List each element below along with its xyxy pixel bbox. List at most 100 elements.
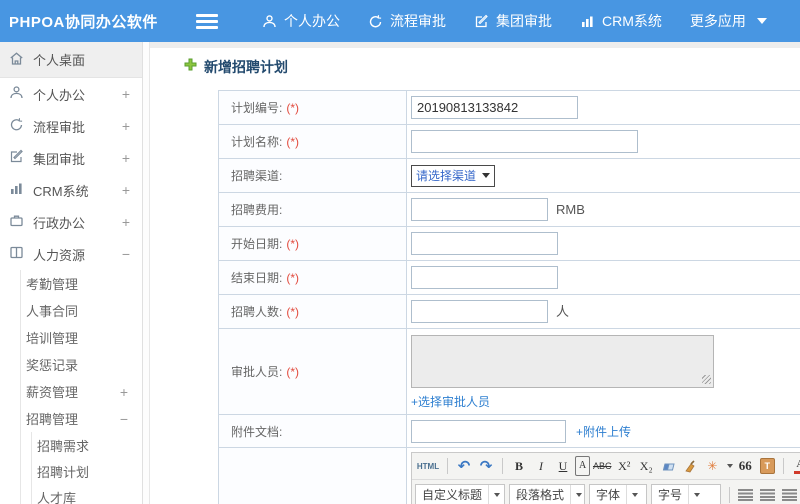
- table-row: 结束日期: (*): [218, 260, 800, 295]
- custom-title-select[interactable]: 自定义标题: [415, 484, 505, 504]
- sidebar-item-group-approval[interactable]: 集团审批 +: [0, 142, 142, 174]
- editor-toolbar-row2: 自定义标题 段落格式 字体 字号: [412, 480, 800, 504]
- align-center-button[interactable]: [760, 488, 775, 501]
- user-icon: [262, 14, 277, 29]
- choose-approver-link[interactable]: +选择审批人员: [411, 393, 490, 410]
- caret-down-icon[interactable]: [727, 464, 734, 468]
- font-size-select[interactable]: 字号: [651, 484, 721, 504]
- approver-textarea[interactable]: [411, 335, 714, 388]
- align-left-button[interactable]: [738, 488, 753, 501]
- char-border-button[interactable]: A: [575, 456, 591, 476]
- table-row: 计划名称: (*): [218, 124, 800, 159]
- book-icon: [9, 245, 24, 263]
- table-row: 计划编号: (*): [218, 90, 800, 125]
- field-label-attachment: 附件文档:: [231, 424, 283, 439]
- field-label-plan-number: 计划编号:: [231, 101, 283, 115]
- undo-button[interactable]: ↶: [454, 456, 474, 476]
- subscript-button[interactable]: X₂: [636, 456, 656, 476]
- table-row: 附件文档: +附件上传: [218, 414, 800, 448]
- field-label-start-date: 开始日期:: [231, 237, 283, 251]
- expand-plus-icon[interactable]: +: [122, 214, 130, 230]
- attachment-upload-link[interactable]: +附件上传: [576, 425, 631, 439]
- underline-button[interactable]: U: [553, 456, 573, 476]
- table-row: 开始日期: (*): [218, 226, 800, 261]
- strikethrough-button[interactable]: ABC: [592, 456, 612, 476]
- table-row: 招聘渠道: 请选择渠道: [218, 158, 800, 193]
- workflow-icon: [9, 117, 24, 135]
- html-source-button[interactable]: HTML: [415, 456, 441, 476]
- edit-square-icon: [474, 14, 489, 29]
- paste-text-button[interactable]: T: [757, 456, 777, 476]
- align-right-button[interactable]: [782, 488, 797, 501]
- sidebar-item-personal-desktop[interactable]: 个人桌面: [0, 42, 142, 78]
- sidebar-item-training-management[interactable]: 培训管理: [21, 324, 142, 351]
- app-brand: PHPOA协同办公软件: [9, 13, 158, 31]
- sidebar-item-recruitment-demand[interactable]: 招聘需求: [32, 432, 142, 458]
- eraser-button[interactable]: [658, 456, 678, 476]
- expand-plus-icon[interactable]: +: [122, 86, 130, 102]
- start-date-input[interactable]: [411, 232, 558, 255]
- redo-button[interactable]: ↷: [476, 456, 496, 476]
- attachment-input[interactable]: [411, 419, 566, 443]
- sidebar-item-admin-office[interactable]: 行政办公 +: [0, 206, 142, 238]
- caret-down-icon: [482, 173, 491, 178]
- expand-plus-icon[interactable]: +: [120, 384, 128, 400]
- end-date-input[interactable]: [411, 266, 558, 289]
- autoformat-button[interactable]: ✳: [702, 456, 722, 476]
- user-icon: [9, 85, 24, 103]
- format-brush-button[interactable]: [680, 456, 700, 476]
- nav-item-workflow-approval[interactable]: 流程审批: [368, 11, 446, 31]
- fee-input[interactable]: [411, 198, 548, 221]
- collapse-minus-icon[interactable]: −: [120, 411, 128, 427]
- blockquote-button[interactable]: 66: [735, 456, 755, 476]
- required-marker: (*): [286, 305, 300, 319]
- sidebar-item-salary-management[interactable]: 薪资管理 +: [21, 378, 142, 405]
- edit-square-icon: [9, 149, 24, 167]
- superscript-button[interactable]: X²: [614, 456, 634, 476]
- channel-select[interactable]: 请选择渠道: [411, 164, 496, 187]
- headcount-input[interactable]: [411, 300, 548, 323]
- sidebar-item-reward-punishment[interactable]: 奖惩记录: [21, 351, 142, 378]
- required-marker: (*): [286, 365, 300, 379]
- sidebar-item-workflow-approval[interactable]: 流程审批 +: [0, 110, 142, 142]
- collapse-minus-icon[interactable]: −: [122, 246, 130, 262]
- sidebar-item-recruitment-management[interactable]: 招聘管理 −: [21, 405, 142, 432]
- table-row: HTML ↶ ↷ B I U A ABC X² X₂ ✳ 66 T 自定义标题 …: [218, 447, 800, 504]
- caret-down-icon: [632, 492, 639, 497]
- nav-item-crm-system[interactable]: CRM系统: [580, 11, 662, 31]
- field-label-recruit-fee: 招聘费用:: [231, 203, 283, 217]
- resize-handle-icon[interactable]: [702, 375, 711, 384]
- font-family-select[interactable]: 字体: [589, 484, 647, 504]
- sidebar: 个人桌面 个人办公 + 流程审批 + 集团审批 + CRM系统 + 行政办公 +…: [0, 42, 143, 504]
- required-marker: (*): [286, 237, 300, 251]
- plan-number-input[interactable]: [411, 96, 578, 119]
- sidebar-item-crm-system[interactable]: CRM系统 +: [0, 174, 142, 206]
- sidebar-item-talent-pool[interactable]: 人才库: [32, 484, 142, 504]
- sidebar-item-attendance-management[interactable]: 考勤管理: [21, 270, 142, 297]
- main-content: 新增招聘计划 计划编号:(*) 计划名称:(*) 招聘渠道: 请选择渠道: [150, 42, 800, 504]
- italic-button[interactable]: I: [531, 456, 551, 476]
- home-icon: [9, 51, 24, 69]
- plus-icon: [184, 58, 197, 76]
- caret-down-icon: [756, 18, 767, 24]
- sidebar-item-human-resources[interactable]: 人力资源 −: [0, 238, 142, 270]
- expand-plus-icon[interactable]: +: [122, 182, 130, 198]
- font-color-button[interactable]: A: [790, 456, 800, 476]
- paragraph-format-select[interactable]: 段落格式: [509, 484, 585, 504]
- expand-plus-icon[interactable]: +: [122, 118, 130, 134]
- sidebar-item-personnel-contract[interactable]: 人事合同: [21, 297, 142, 324]
- field-label-end-date: 结束日期:: [231, 271, 283, 285]
- bold-button[interactable]: B: [509, 456, 529, 476]
- sidebar-item-personal-office[interactable]: 个人办公 +: [0, 78, 142, 110]
- sidebar-item-recruitment-plan[interactable]: 招聘计划: [32, 458, 142, 484]
- required-marker: (*): [286, 135, 300, 149]
- expand-plus-icon[interactable]: +: [122, 150, 130, 166]
- page-title: 新增招聘计划: [204, 59, 288, 75]
- menu-icon[interactable]: [196, 13, 218, 29]
- headcount-unit-label: 人: [556, 304, 570, 319]
- nav-item-more-apps[interactable]: 更多应用: [690, 11, 767, 31]
- nav-item-personal-office[interactable]: 个人办公: [262, 11, 340, 31]
- field-label-headcount: 招聘人数:: [231, 305, 283, 319]
- nav-item-group-approval[interactable]: 集团审批: [474, 11, 552, 31]
- plan-name-input[interactable]: [411, 130, 638, 153]
